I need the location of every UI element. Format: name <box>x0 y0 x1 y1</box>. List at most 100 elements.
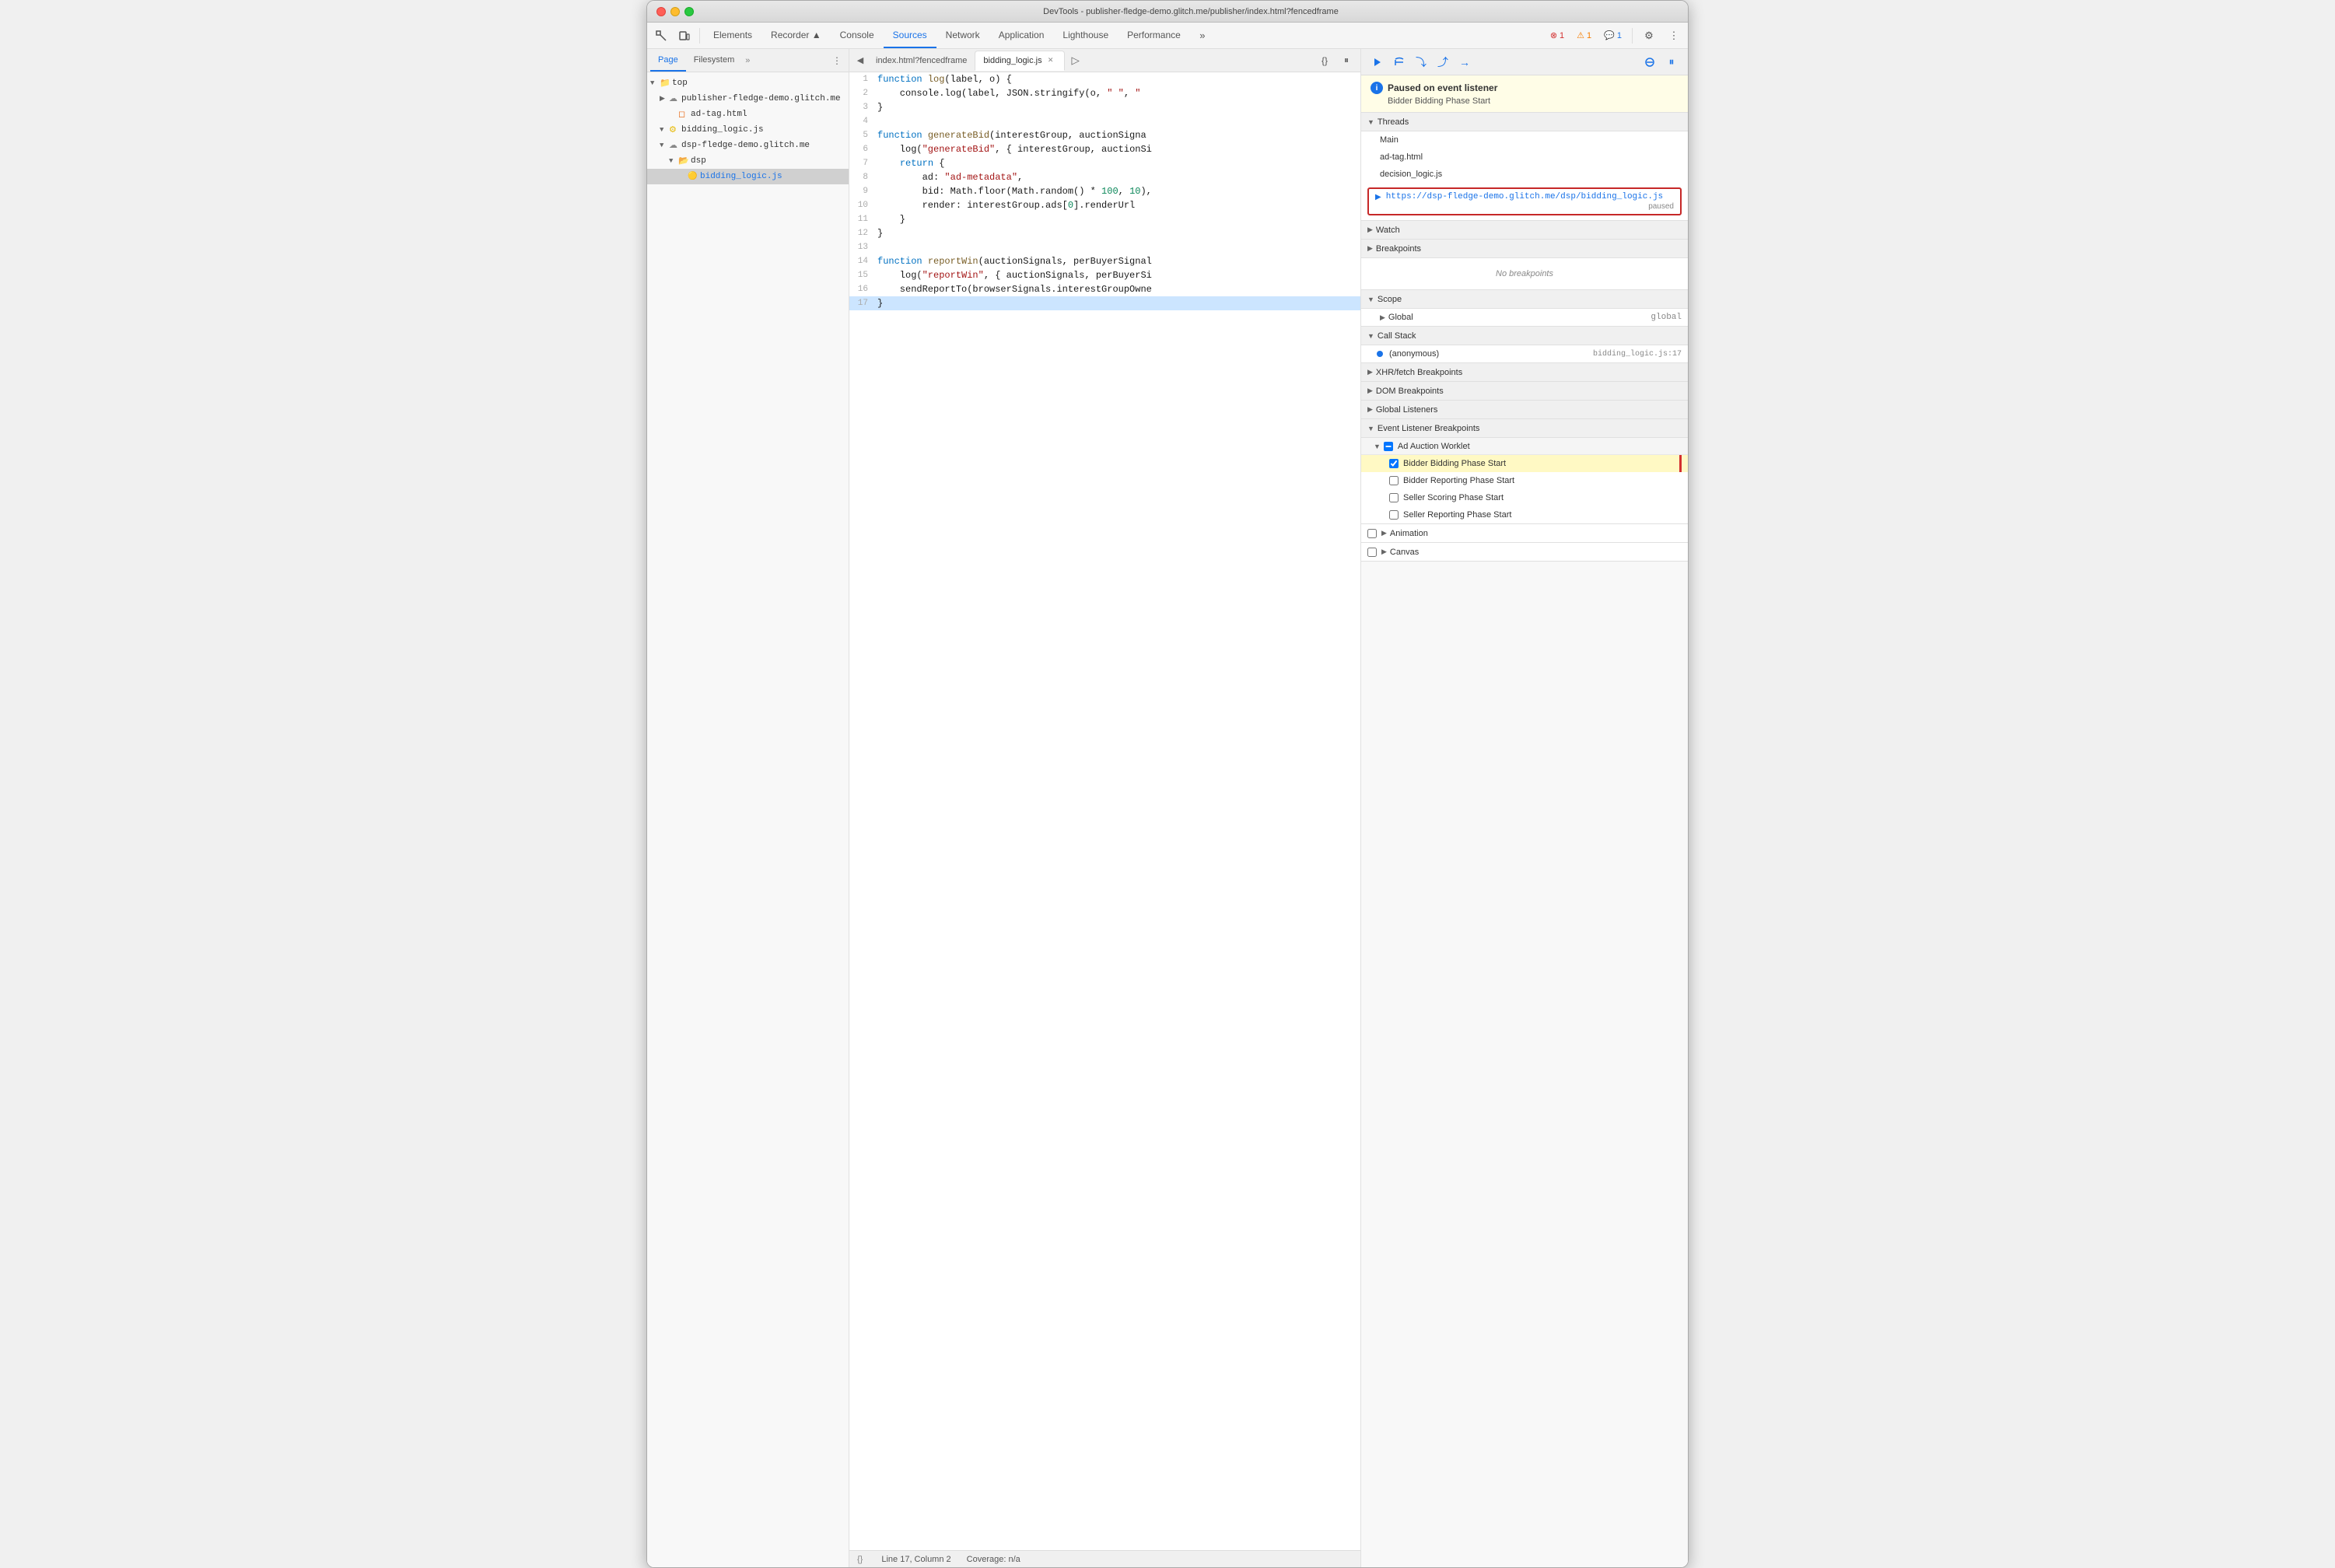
file-js-icon-dsp: 🟡 <box>688 172 700 181</box>
pause-on-exception-button[interactable]: ⏸ <box>1661 52 1682 72</box>
ad-auction-checkbox[interactable] <box>1384 442 1393 451</box>
left-panel: Page Filesystem » ⋮ ▼ 📁 top <box>647 49 849 1567</box>
threads-label: Threads <box>1378 117 1409 127</box>
threads-section-header[interactable]: ▼ Threads <box>1361 113 1688 131</box>
editor-tab-close-button[interactable]: ✕ <box>1045 55 1056 66</box>
tree-item-top[interactable]: ▼ 📁 top <box>647 75 849 91</box>
error-badge[interactable]: ⊗ 1 <box>1546 29 1569 42</box>
more-tabs-button[interactable]: » <box>1192 25 1213 47</box>
cloud-icon-dsp: ☁ <box>669 140 681 151</box>
canvas-checkbox[interactable] <box>1367 548 1377 557</box>
seller-reporting-phase-checkbox[interactable] <box>1389 510 1399 520</box>
thread-item-bidding-highlighted[interactable]: ▶ https://dsp-fledge-demo.glitch.me/dsp/… <box>1367 187 1682 215</box>
editor-tab-bidding[interactable]: bidding_logic.js ✕ <box>975 51 1064 71</box>
maximize-button[interactable] <box>684 7 694 16</box>
message-count: 1 <box>1617 31 1622 40</box>
toolbar-separator-1 <box>699 28 700 44</box>
seller-reporting-phase-label: Seller Reporting Phase Start <box>1403 510 1511 520</box>
watch-arrow-icon: ▶ <box>1367 226 1373 234</box>
tree-item-ad-tag[interactable]: ◻ ad-tag.html <box>647 107 849 122</box>
scope-section-header[interactable]: ▼ Scope <box>1361 290 1688 309</box>
canvas-section-header[interactable]: ▶ Canvas <box>1361 543 1688 562</box>
close-button[interactable] <box>656 7 666 16</box>
tab-application[interactable]: Application <box>989 23 1054 48</box>
minimize-button[interactable] <box>670 7 680 16</box>
callstack-section-header[interactable]: ▼ Call Stack <box>1361 327 1688 345</box>
code-line-3: 3 } <box>849 100 1360 114</box>
more-options-button[interactable]: ⋮ <box>1663 25 1685 47</box>
editor-tab-index[interactable]: index.html?fencedframe <box>868 51 975 71</box>
deactivate-breakpoints-button[interactable] <box>1640 52 1660 72</box>
step-into-button[interactable]: ⤵ <box>1411 52 1431 72</box>
animation-section-header[interactable]: ▶ Animation <box>1361 524 1688 543</box>
event-seller-scoring-phase[interactable]: Seller Scoring Phase Start <box>1361 489 1688 506</box>
tree-item-bidding-dsp[interactable]: 🟡 bidding_logic.js <box>647 169 849 184</box>
tree-item-dsp-folder[interactable]: ▼ 📂 dsp <box>647 153 849 169</box>
tab-recorder[interactable]: Recorder ▲ <box>761 23 831 48</box>
info-icon: i <box>1371 82 1383 94</box>
dom-section-header[interactable]: ▶ DOM Breakpoints <box>1361 382 1688 401</box>
panel-tab-filesystem[interactable]: Filesystem <box>686 49 743 72</box>
thread-item-ad-tag[interactable]: ad-tag.html <box>1361 149 1688 166</box>
tab-lighthouse[interactable]: Lighthouse <box>1053 23 1118 48</box>
tree-item-dsp-domain[interactable]: ▼ ☁ dsp-fledge-demo.glitch.me <box>647 138 849 153</box>
callstack-item-anonymous[interactable]: (anonymous) bidding_logic.js:17 <box>1361 345 1688 362</box>
window-title: DevTools - publisher-fledge-demo.glitch.… <box>703 7 1679 16</box>
event-bidder-reporting-phase[interactable]: Bidder Reporting Phase Start <box>1361 472 1688 489</box>
scope-item-global[interactable]: ▶ Global global <box>1361 309 1688 326</box>
panel-tab-more-icon[interactable]: » <box>745 56 750 65</box>
event-listener-arrow-icon: ▼ <box>1367 425 1374 432</box>
animation-checkbox[interactable] <box>1367 529 1377 538</box>
file-js-gear-icon: ⚙ <box>669 124 681 135</box>
panel-tab-page[interactable]: Page <box>650 49 686 72</box>
toolbar-right: ⊗ 1 ⚠ 1 💬 1 ⚙ ⋮ <box>1546 25 1685 47</box>
tree-arrow-publisher: ▶ <box>660 95 669 103</box>
threads-list: Main ad-tag.html decision_logic.js ▶ htt… <box>1361 131 1688 221</box>
thread-item-main[interactable]: Main <box>1361 131 1688 149</box>
tree-item-publisher[interactable]: ▶ ☁ publisher-fledge-demo.glitch.me <box>647 91 849 107</box>
warning-badge[interactable]: ⚠ 1 <box>1572 29 1596 42</box>
highlighted-sidebar-indicator <box>1679 455 1682 472</box>
event-listener-content: ▼ Ad Auction Worklet Bidder Bidding Phas… <box>1361 438 1688 524</box>
event-seller-reporting-phase[interactable]: Seller Reporting Phase Start <box>1361 506 1688 523</box>
status-coverage: Coverage: n/a <box>967 1555 1020 1564</box>
breakpoints-empty-message: No breakpoints <box>1361 263 1688 285</box>
editor-tab-more-button[interactable]: ▷ <box>1068 52 1083 69</box>
tab-elements[interactable]: Elements <box>704 23 761 48</box>
pretty-print-icon: {} <box>857 1555 863 1564</box>
tree-label-publisher: publisher-fledge-demo.glitch.me <box>681 94 841 103</box>
bidder-reporting-phase-checkbox[interactable] <box>1389 476 1399 485</box>
device-toggle-button[interactable] <box>674 25 695 47</box>
code-line-5: 5 function generateBid(interestGroup, au… <box>849 128 1360 142</box>
tab-sources[interactable]: Sources <box>884 23 936 48</box>
message-badge[interactable]: 💬 1 <box>1599 29 1626 42</box>
tab-network[interactable]: Network <box>936 23 989 48</box>
step-button[interactable]: → <box>1455 52 1475 72</box>
xhr-section-header[interactable]: ▶ XHR/fetch Breakpoints <box>1361 363 1688 382</box>
panel-sync-button[interactable]: ⋮ <box>828 52 845 69</box>
event-listener-label: Event Listener Breakpoints <box>1378 424 1479 433</box>
seller-scoring-phase-label: Seller Scoring Phase Start <box>1403 493 1504 502</box>
bidder-bidding-phase-label: Bidder Bidding Phase Start <box>1403 459 1506 468</box>
main-content: Page Filesystem » ⋮ ▼ 📁 top <box>647 49 1688 1567</box>
bidder-bidding-phase-checkbox[interactable] <box>1389 459 1399 468</box>
tab-console[interactable]: Console <box>831 23 884 48</box>
breakpoints-section-header[interactable]: ▶ Breakpoints <box>1361 240 1688 258</box>
event-bidder-bidding-phase[interactable]: Bidder Bidding Phase Start <box>1361 455 1688 472</box>
inspect-element-button[interactable] <box>650 25 672 47</box>
watch-section-header[interactable]: ▶ Watch <box>1361 221 1688 240</box>
event-listener-section-header[interactable]: ▼ Event Listener Breakpoints <box>1361 419 1688 438</box>
tree-item-bidding-pub[interactable]: ▼ ⚙ bidding_logic.js <box>647 122 849 138</box>
ad-auction-worklet-header[interactable]: ▼ Ad Auction Worklet <box>1361 438 1688 455</box>
editor-pause-recording-button[interactable]: ⏸ <box>1336 50 1357 72</box>
resume-button[interactable] <box>1367 52 1388 72</box>
tab-performance[interactable]: Performance <box>1118 23 1190 48</box>
step-out-button[interactable]: ⤴ <box>1433 52 1453 72</box>
global-listeners-section-header[interactable]: ▶ Global Listeners <box>1361 401 1688 419</box>
step-over-button[interactable] <box>1389 52 1409 72</box>
editor-tab-prev[interactable]: ◀ <box>852 52 868 69</box>
seller-scoring-phase-checkbox[interactable] <box>1389 493 1399 502</box>
thread-item-decision-logic[interactable]: decision_logic.js <box>1361 166 1688 183</box>
editor-pretty-print-button[interactable]: {} <box>1314 50 1336 72</box>
settings-button[interactable]: ⚙ <box>1638 25 1660 47</box>
